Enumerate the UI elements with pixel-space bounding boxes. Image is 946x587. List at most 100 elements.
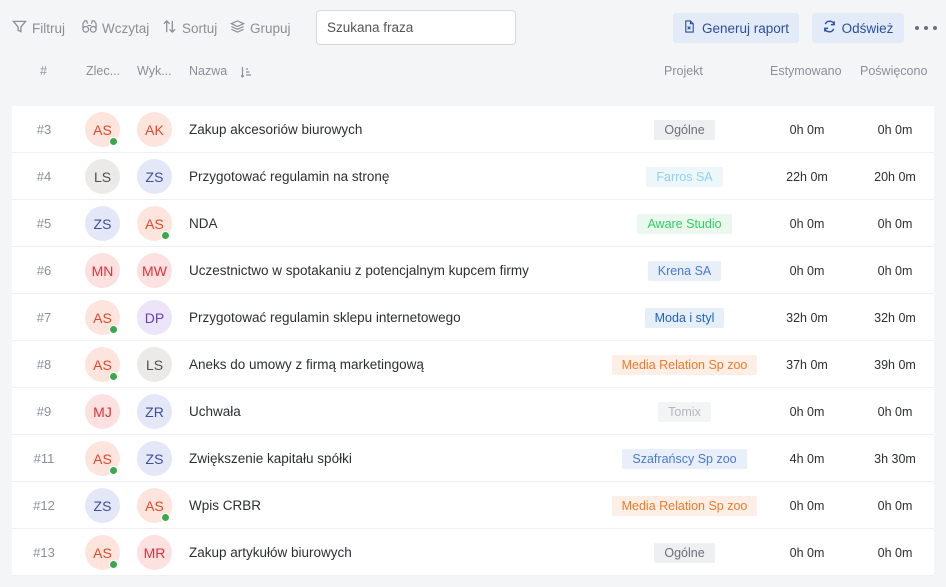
- executing-user-avatar[interactable]: ZS: [137, 159, 172, 194]
- task-name[interactable]: Uczestnictwo w spotakaniu z potencjalnym…: [189, 247, 609, 294]
- ordering-user-cell: MN: [85, 247, 120, 294]
- ordering-user-avatar[interactable]: AS: [85, 112, 120, 147]
- table-row[interactable]: #13 AS MR Zakup artykułów biurowych Ogólne 0h…: [12, 529, 934, 576]
- generate-report-button[interactable]: Generuj raport: [673, 13, 799, 43]
- executing-user-avatar[interactable]: MW: [137, 253, 172, 288]
- executing-user-avatar[interactable]: AS: [137, 206, 172, 241]
- refresh-label: Odśwież: [841, 20, 894, 36]
- executing-user-avatar[interactable]: MR: [137, 535, 172, 570]
- online-status-dot: [109, 372, 118, 381]
- avatar-initials: AS: [145, 497, 164, 514]
- filter-icon: [12, 19, 27, 37]
- binoculars-icon: [82, 19, 97, 37]
- executing-user-avatar[interactable]: AS: [137, 488, 172, 523]
- ordering-user-cell: AS: [85, 529, 120, 576]
- task-name[interactable]: Przygotować regulamin na stronę: [189, 153, 609, 200]
- refresh-button[interactable]: Odśwież: [812, 13, 904, 43]
- generate-report-label: Generuj raport: [701, 20, 790, 36]
- project-badge[interactable]: Tomix: [658, 401, 711, 422]
- column-header-name[interactable]: Nazwa: [189, 64, 227, 80]
- avatar-initials: MW: [142, 262, 167, 279]
- task-number: #11: [33, 451, 55, 466]
- ordering-user-cell: AS: [85, 106, 120, 153]
- online-status-dot: [161, 513, 170, 522]
- project-cell: Media Relation Sp zoo: [611, 341, 758, 388]
- avatar-initials: ZS: [145, 168, 164, 185]
- table-row[interactable]: #4 LS ZS Przygotować regulamin na stronę Far…: [12, 153, 934, 200]
- project-badge[interactable]: Moda i styl: [644, 307, 725, 328]
- sort-arrows-icon: [162, 19, 177, 37]
- tasks-table: #3 AS AK Zakup akcesoriów biurowych Ogólne 0h…: [12, 106, 934, 576]
- ordering-user-avatar[interactable]: ZS: [85, 206, 120, 241]
- task-name[interactable]: NDA: [189, 200, 609, 247]
- task-name[interactable]: Uchwała: [189, 388, 609, 435]
- more-options-icon[interactable]: [915, 20, 937, 36]
- project-badge[interactable]: Media Relation Sp zoo: [611, 354, 758, 375]
- avatar-initials: DP: [144, 309, 165, 326]
- executing-user-avatar[interactable]: DP: [137, 300, 172, 335]
- online-status-dot: [161, 231, 170, 240]
- table-row[interactable]: #11 AS ZS Zwiększenie kapitału spółki Szafra…: [12, 435, 934, 482]
- load-button[interactable]: Wczytaj: [82, 19, 149, 37]
- table-row[interactable]: #7 AS DP Przygotować regulamin sklepu inter…: [12, 294, 934, 341]
- ordering-user-cell: ZS: [85, 200, 120, 247]
- column-header-executing[interactable]: Wyk...: [137, 64, 172, 80]
- executing-user-cell: LS: [137, 341, 172, 388]
- ordering-user-avatar[interactable]: AS: [85, 441, 120, 476]
- search-input[interactable]: [316, 10, 516, 45]
- task-name[interactable]: Zakup artykułów biurowych: [189, 529, 609, 576]
- executing-user-avatar[interactable]: ZR: [137, 394, 172, 429]
- column-header-num[interactable]: #: [40, 64, 47, 80]
- column-header-ordering[interactable]: Zlec...: [86, 64, 120, 80]
- executing-user-avatar[interactable]: LS: [137, 347, 172, 382]
- avatar-initials: AK: [145, 121, 164, 138]
- project-badge[interactable]: Media Relation Sp zoo: [611, 495, 758, 516]
- executing-user-cell: DP: [137, 294, 172, 341]
- avatar-initials: MJ: [93, 403, 112, 420]
- table-row[interactable]: #8 AS LS Aneks do umowy z firmą marketingow…: [12, 341, 934, 388]
- table-row[interactable]: #6 MN MW Uczestnictwo w spotakaniu z potenc…: [12, 247, 934, 294]
- project-cell: Ogólne: [612, 529, 757, 576]
- task-name[interactable]: Aneks do umowy z firmą marketingową: [189, 341, 609, 388]
- project-badge[interactable]: Ogólne: [654, 119, 715, 140]
- column-header-project[interactable]: Projekt: [664, 64, 703, 80]
- project-cell: Krena SA: [612, 247, 757, 294]
- task-name[interactable]: Wpis CRBR: [189, 482, 609, 529]
- ordering-user-avatar[interactable]: AS: [85, 535, 120, 570]
- column-header-spent[interactable]: Poświęcono: [860, 64, 927, 80]
- table-row[interactable]: #5 ZS AS NDA Aware Studio 0h 0m 0h 0m: [12, 200, 934, 247]
- table-row[interactable]: #9 MJ ZR Uchwała Tomix 0h 0m 0h 0m: [12, 388, 934, 435]
- project-badge[interactable]: Ogólne: [654, 542, 715, 563]
- project-badge[interactable]: Farros SA: [646, 166, 723, 187]
- task-name[interactable]: Przygotować regulamin sklepu internetowe…: [189, 294, 609, 341]
- project-badge[interactable]: Aware Studio: [637, 213, 732, 234]
- layers-icon: [229, 19, 246, 37]
- column-header-estimated[interactable]: Estymowano: [770, 64, 842, 80]
- ordering-user-avatar[interactable]: LS: [85, 159, 120, 194]
- task-name[interactable]: Zwiększenie kapitału spółki: [189, 435, 609, 482]
- ordering-user-avatar[interactable]: AS: [85, 300, 120, 335]
- estimated-time: 32h 0m: [786, 310, 828, 325]
- ordering-user-avatar[interactable]: MN: [85, 253, 120, 288]
- estimated-time: 0h 0m: [789, 216, 825, 231]
- sort-ascending-icon[interactable]: [240, 66, 252, 78]
- project-badge[interactable]: Szafrańscy Sp zoo: [622, 448, 747, 469]
- ordering-user-avatar[interactable]: AS: [85, 347, 120, 382]
- avatar-initials: ZS: [93, 497, 112, 514]
- executing-user-avatar[interactable]: ZS: [137, 441, 172, 476]
- group-button[interactable]: Grupuj: [229, 19, 291, 37]
- sort-button[interactable]: Sortuj: [162, 19, 217, 37]
- avatar-initials: ZR: [145, 403, 164, 420]
- sort-label: Sortuj: [182, 20, 218, 36]
- table-row[interactable]: #12 ZS AS Wpis CRBR Media Relation Sp zoo 0h …: [12, 482, 934, 529]
- ordering-user-avatar[interactable]: ZS: [85, 488, 120, 523]
- table-row[interactable]: #3 AS AK Zakup akcesoriów biurowych Ogólne 0h…: [12, 106, 934, 153]
- executing-user-avatar[interactable]: AK: [137, 112, 172, 147]
- filter-button[interactable]: Filtruj: [12, 19, 65, 37]
- ordering-user-avatar[interactable]: MJ: [85, 394, 120, 429]
- avatar-initials: AS: [93, 121, 112, 138]
- task-name[interactable]: Zakup akcesoriów biurowych: [189, 106, 609, 153]
- ordering-user-cell: AS: [85, 294, 120, 341]
- project-badge[interactable]: Krena SA: [647, 260, 722, 281]
- spent-time: 39h 0m: [874, 357, 916, 372]
